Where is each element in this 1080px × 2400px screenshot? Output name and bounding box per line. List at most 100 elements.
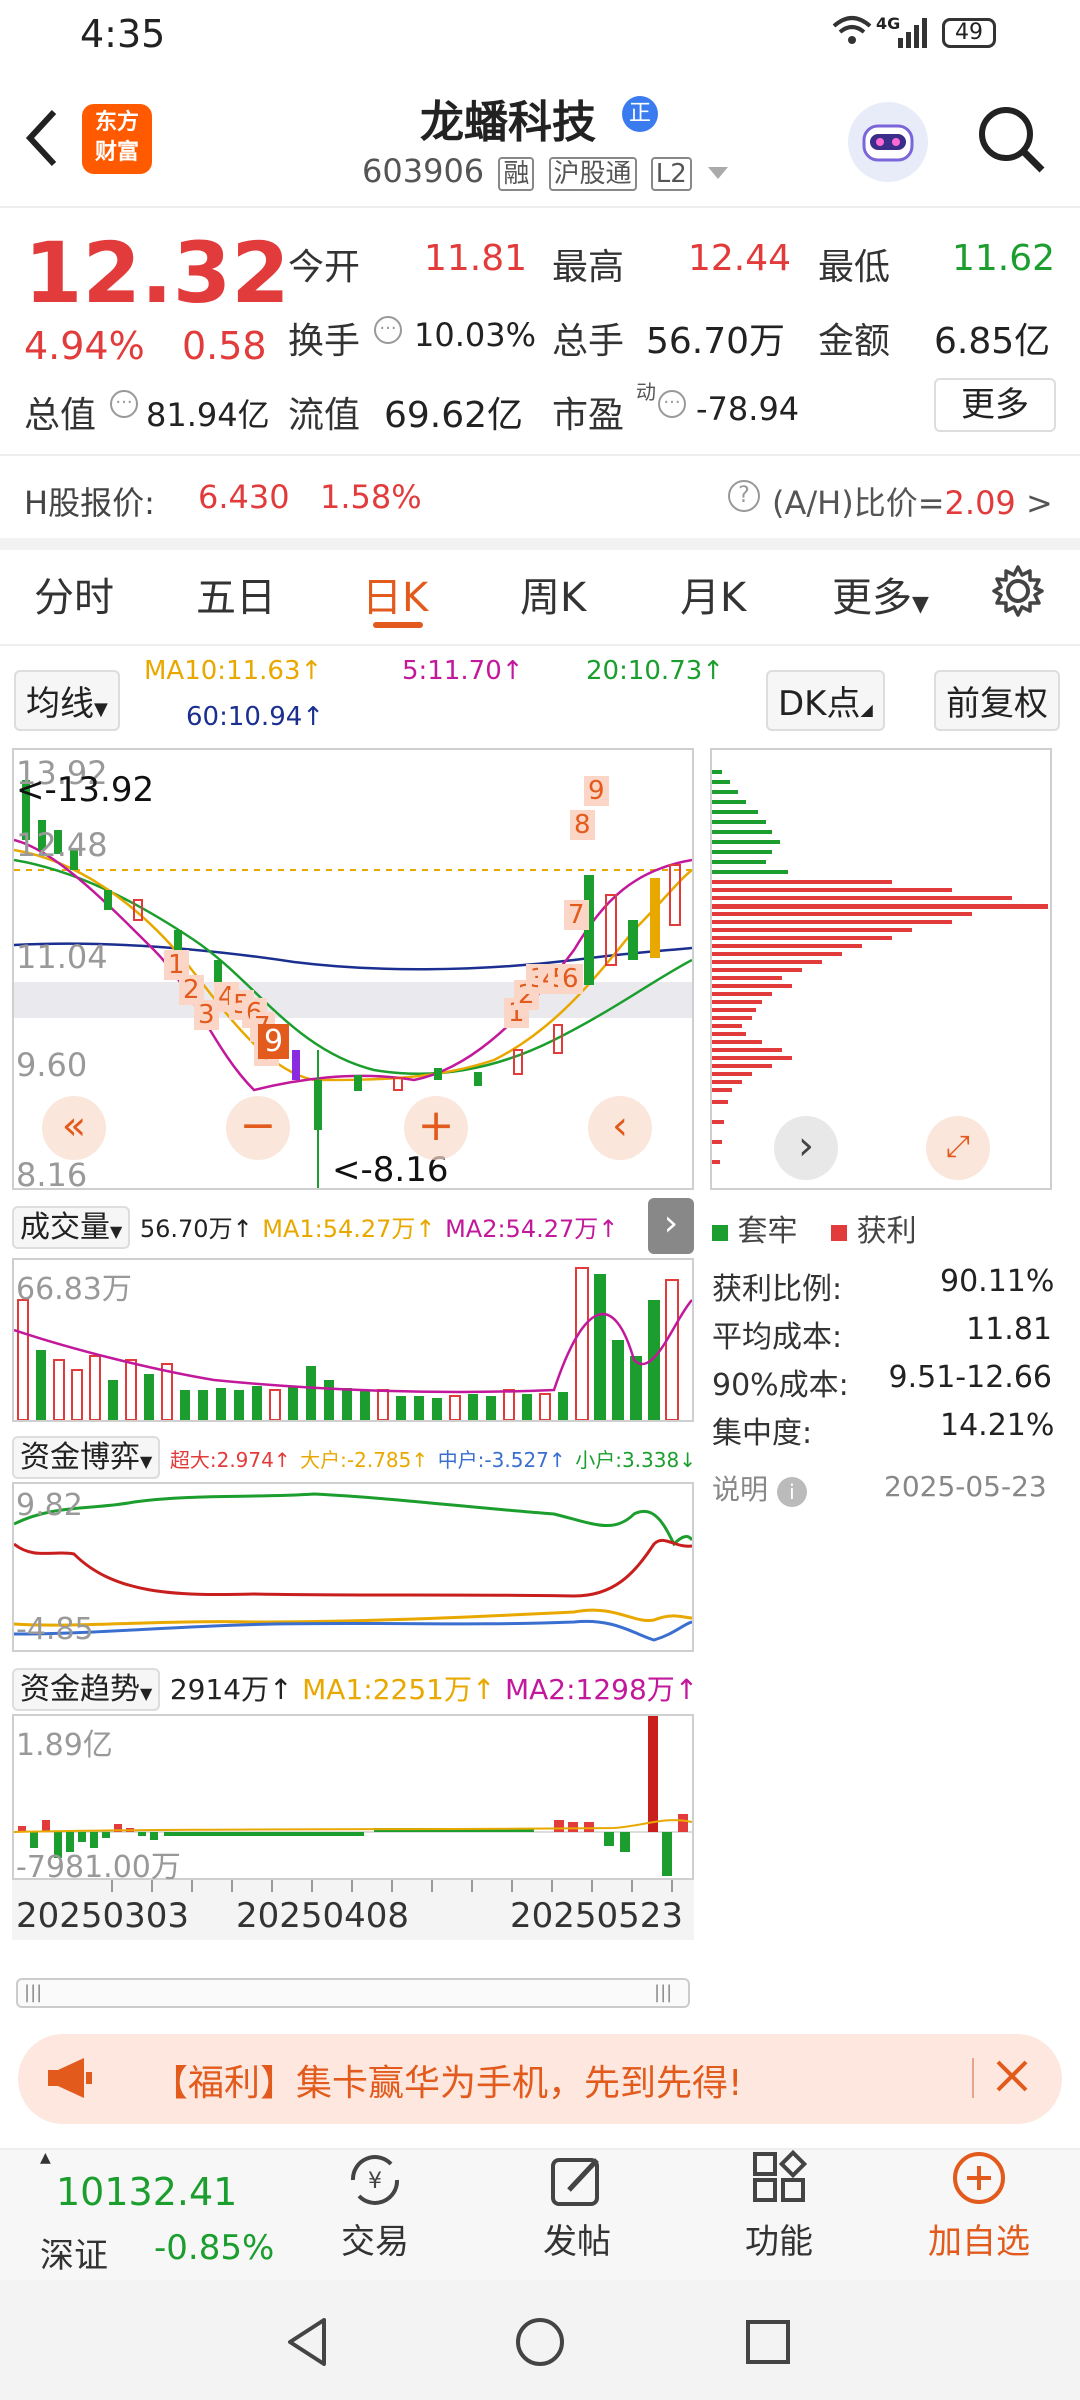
volume-chart[interactable]: 66.83万 (12, 1258, 694, 1422)
volume-label: 总手 (552, 321, 625, 362)
tab-minute[interactable]: 分时 (34, 565, 114, 623)
system-recents-icon[interactable] (744, 2318, 792, 2370)
legend-profit-label: 获利 (856, 1214, 917, 1249)
battery-icon: 49 (942, 18, 996, 48)
ma5-value: 5:11.70↑ (402, 656, 524, 686)
system-back-icon[interactable] (284, 2316, 332, 2372)
active-tab-indicator (373, 622, 423, 628)
nav-add-label: 加自选 (928, 2222, 1030, 2262)
chip-note[interactable]: 说明 i (712, 1468, 807, 1508)
pe-label: 市盈 (552, 395, 625, 436)
fund-trend-selector[interactable]: 资金趋势▼ (12, 1668, 161, 1711)
change-amount: 0.58 (182, 324, 267, 368)
info-dots-icon[interactable]: ··· (658, 390, 686, 418)
robot-assistant-icon[interactable] (848, 102, 928, 182)
ah-ratio-label: (A/H)比价= (772, 484, 945, 522)
ma-selector[interactable]: 均线▼ (14, 670, 120, 731)
promo-banner[interactable]: 【福利】集卡赢华为手机，先到先得! (18, 2034, 1062, 2124)
high-value: 12.44 (688, 238, 792, 279)
gear-icon[interactable] (990, 563, 1046, 623)
caret-down-icon: ▼ (94, 699, 108, 720)
zoom-out-button[interactable]: − (226, 1096, 290, 1160)
index-name[interactable]: 深证 (40, 2228, 108, 2277)
legend-swatch-profit (831, 1225, 848, 1241)
fund-game-selector[interactable]: 资金博弈▼ (12, 1436, 161, 1479)
volume-y-label: 66.83万 (16, 1272, 132, 1307)
status-bar: 4:35 4G 49 (0, 0, 1080, 72)
expand-icon[interactable]: ⤢ (926, 1116, 990, 1180)
fund-trend-ma2: MA2:1298万↑ (504, 1673, 699, 1706)
avg-cost-value: 11.81 (966, 1312, 1052, 1347)
chevron-right-icon[interactable]: › (648, 1198, 694, 1254)
ma-selector-label: 均线 (26, 684, 94, 724)
hshare-label: H股报价: (24, 484, 155, 522)
cost90-value: 9.51-12.66 (888, 1360, 1052, 1395)
help-icon[interactable]: ? (728, 480, 760, 512)
amount-value: 6.85亿 (934, 321, 1051, 362)
more-button[interactable]: 更多 (934, 378, 1056, 432)
nav-post[interactable]: 发帖 (502, 2150, 652, 2280)
search-icon[interactable] (976, 104, 1048, 180)
signal-label: 6 (558, 964, 583, 994)
signal-label: 8 (570, 810, 595, 840)
note-label: 说明 (712, 1473, 769, 1506)
previous-button[interactable]: ‹ (588, 1096, 652, 1160)
network-label: 4G (876, 14, 901, 33)
fund-big: 大户:-2.785↑ (300, 1448, 429, 1472)
tab-more[interactable]: 更多▼ (832, 565, 929, 623)
nav-trade[interactable]: ¥ 交易 (300, 2150, 450, 2280)
range-slider[interactable]: ||| ||| (16, 1978, 690, 2008)
index-value[interactable]: 10132.41 (56, 2170, 237, 2214)
nav-function[interactable]: 功能 (704, 2149, 854, 2280)
turnover-label: 换手 (288, 321, 361, 362)
kline-chart[interactable]: 13.92 12.48 11.04 9.60 8.16 <-13.92 <-8.… (12, 748, 694, 1194)
info-dots-icon[interactable]: ··· (374, 316, 402, 344)
slider-handle-left[interactable]: ||| (24, 1982, 42, 2003)
caret-down-icon: ▼ (140, 1684, 153, 1703)
avg-cost-label: 平均成本: (712, 1320, 843, 1355)
tab-day-k[interactable]: 日K (362, 565, 428, 623)
date-axis: 20250303 20250408 20250523 (12, 1880, 694, 1940)
fund-trend-header: 资金趋势▼ 2914万↑ MA1:2251万↑ MA2:1298万↑ (12, 1664, 699, 1711)
chip-legend: 套牢 获利 (712, 1206, 917, 1250)
open-value: 11.81 (424, 238, 528, 279)
fund-game-chart[interactable]: 9.82 -4.85 (12, 1482, 694, 1652)
ah-ratio-row[interactable]: (A/H)比价=2.09 > (772, 478, 1053, 524)
tab-five-day[interactable]: 五日 (196, 565, 276, 623)
back-arrow-icon[interactable] (22, 108, 62, 172)
adjust-selector[interactable]: 前复权 (934, 670, 1060, 731)
fund-super: 超大:2.974↑ (169, 1448, 291, 1472)
date-label-start: 20250303 (16, 1896, 190, 1936)
chevron-down-icon[interactable] (707, 167, 728, 179)
ah-ratio-value: 2.09 (944, 484, 1016, 522)
stock-code-row: 603906 融 沪股通 L2 (362, 152, 728, 191)
tag-connect: 沪股通 (548, 157, 637, 191)
next-button[interactable]: › (774, 1116, 838, 1180)
pe-superscript: 动 (636, 380, 656, 404)
app-logo[interactable]: 东方 财富 (82, 104, 152, 174)
caret-down-icon: ▼ (140, 1452, 153, 1471)
close-icon[interactable] (992, 2056, 1032, 2100)
tab-week-k[interactable]: 周K (520, 565, 586, 623)
system-home-icon[interactable] (514, 2316, 566, 2372)
fund-game-y-top: 9.82 (16, 1488, 83, 1523)
separator (972, 2058, 974, 2098)
svg-text:¥: ¥ (368, 2169, 382, 2194)
zoom-in-button[interactable]: + (404, 1096, 468, 1160)
jump-start-button[interactable]: « (42, 1096, 106, 1160)
volume-selector[interactable]: 成交量▼ (12, 1206, 131, 1249)
fund-trend-chart[interactable]: 1.89亿 -7981.00万 (12, 1714, 694, 1885)
caret-down-icon: ▼ (912, 592, 929, 617)
slider-handle-right[interactable]: ||| (654, 1982, 672, 2003)
index-pct[interactable]: -0.85% (154, 2228, 274, 2268)
tab-month-k[interactable]: 月K (680, 565, 746, 623)
volume-value: 56.70万 (646, 321, 786, 362)
info-dots-icon[interactable]: ··· (110, 390, 138, 418)
nav-add-watchlist[interactable]: 加自选 (904, 2150, 1054, 2280)
dk-point-selector[interactable]: DK点◢ (766, 670, 885, 731)
ma60-value: 60:10.94↑ (186, 702, 325, 732)
current-price: 12.32 (24, 224, 290, 322)
y-label-4: 9.60 (16, 1046, 88, 1084)
chip-distribution-chart[interactable]: › ⤢ (710, 748, 1052, 1190)
caret-up-icon: ▲ (40, 2150, 51, 2166)
